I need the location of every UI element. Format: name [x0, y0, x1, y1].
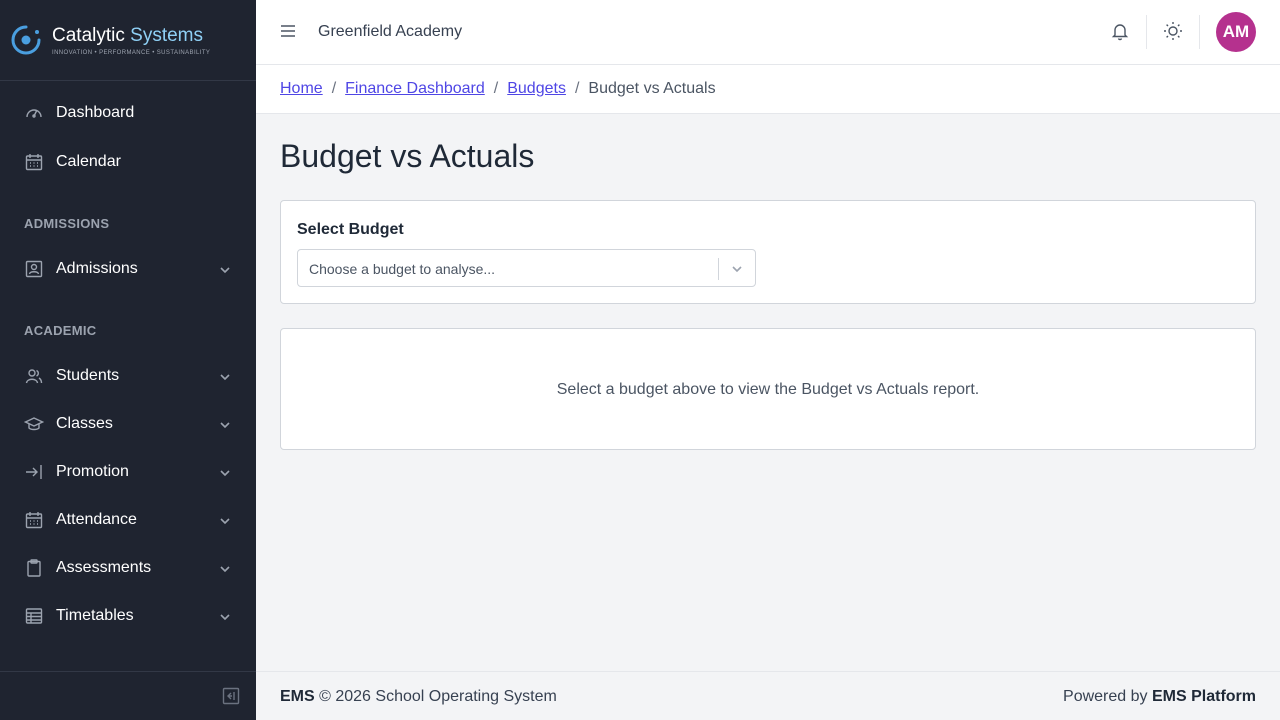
footer-copyright-text: © 2026 School Operating System — [319, 688, 557, 705]
sidebar-item-label: Dashboard — [56, 104, 135, 121]
menu-icon[interactable] — [280, 22, 298, 40]
calendar-icon — [24, 152, 44, 172]
report-placeholder-card: Select a budget above to view the Budget… — [280, 328, 1256, 450]
chevron-down-icon — [219, 370, 231, 382]
footer: EMS © 2026 School Operating System Power… — [256, 671, 1280, 720]
breadcrumb-budgets[interactable]: Budgets — [507, 80, 566, 98]
budget-select[interactable]: Choose a budget to analyse... — [297, 249, 756, 287]
graduation-cap-icon — [24, 414, 44, 434]
chevron-down-icon — [219, 610, 231, 622]
sidebar-item-students[interactable]: Students — [0, 356, 256, 396]
sidebar-item-admissions[interactable]: Admissions — [0, 249, 256, 289]
topbar: Greenfield Academy AM — [256, 0, 1280, 65]
chevron-down-icon — [219, 514, 231, 526]
breadcrumb-separator: / — [493, 80, 499, 97]
brand-name: Catalytic Systems — [52, 25, 210, 47]
divider — [1146, 15, 1147, 49]
sidebar-item-label: Attendance — [56, 511, 137, 528]
empty-state-message: Select a budget above to view the Budget… — [556, 381, 980, 398]
breadcrumb-home[interactable]: Home — [280, 80, 323, 98]
chevron-down-icon — [219, 418, 231, 430]
page-title: Budget vs Actuals — [280, 138, 535, 174]
sidebar-item-dashboard[interactable]: Dashboard — [0, 93, 256, 133]
select-budget-card: Select Budget Choose a budget to analyse… — [280, 200, 1256, 304]
school-name: Greenfield Academy — [318, 23, 463, 40]
section-title-admissions: ADMISSIONS — [24, 216, 110, 231]
sidebar-item-label: Students — [56, 367, 120, 384]
footer-powered-name: EMS Platform — [1151, 688, 1256, 705]
footer-powered-prefix: Powered by — [1063, 688, 1148, 705]
brand-tagline: INNOVATION • PERFORMANCE • SUSTAINABILIT… — [52, 49, 211, 56]
avatar[interactable]: AM — [1216, 12, 1256, 52]
arrow-right-icon — [24, 462, 44, 482]
select-budget-label: Select Budget — [297, 221, 404, 238]
sidebar-item-promotion[interactable]: Promotion — [0, 452, 256, 492]
brand-name-part2: Systems — [130, 24, 203, 46]
budget-select-placeholder: Choose a budget to analyse... — [309, 261, 496, 277]
users-icon — [24, 366, 44, 386]
breadcrumb-current: Budget vs Actuals — [588, 80, 716, 97]
brand-name-part1: Catalytic — [52, 24, 125, 46]
breadcrumb-separator: / — [574, 80, 580, 97]
sidebar-item-timetables[interactable]: Timetables — [0, 596, 256, 636]
select-divider — [718, 258, 719, 280]
sidebar-footer — [0, 671, 256, 720]
sidebar-item-label: Timetables — [56, 607, 134, 624]
id-card-icon — [24, 259, 44, 279]
footer-powered-by: Powered by EMS Platform — [1063, 688, 1256, 706]
sidebar-item-label: Calendar — [56, 153, 121, 170]
chevron-down-icon — [219, 466, 231, 478]
table-icon — [24, 606, 44, 626]
chevron-down-icon[interactable] — [730, 262, 744, 276]
breadcrumb-finance-dashboard[interactable]: Finance Dashboard — [345, 80, 485, 98]
clipboard-icon — [24, 558, 44, 578]
sidebar: Catalytic Systems INNOVATION • PERFORMAN… — [0, 0, 256, 720]
sidebar-item-label: Admissions — [56, 260, 138, 277]
sidebar-item-calendar[interactable]: Calendar — [0, 142, 256, 182]
breadcrumb-separator: / — [331, 80, 337, 97]
breadcrumb: Home / Finance Dashboard / Budgets / Bud… — [256, 65, 1280, 114]
calendar-check-icon — [24, 510, 44, 530]
brand-logo-icon — [11, 25, 41, 55]
speedometer-icon — [24, 103, 44, 123]
section-title-academic: ACADEMIC — [24, 323, 97, 338]
sidebar-item-assessments[interactable]: Assessments — [0, 548, 256, 588]
sidebar-item-label: Promotion — [56, 463, 129, 480]
sun-icon[interactable] — [1162, 20, 1184, 42]
sidebar-item-classes[interactable]: Classes — [0, 404, 256, 444]
chevron-down-icon — [219, 562, 231, 574]
bell-icon[interactable] — [1109, 20, 1131, 42]
footer-copyright: EMS © 2026 School Operating System — [280, 688, 557, 706]
collapse-sidebar-icon[interactable] — [222, 687, 240, 705]
divider — [1199, 15, 1200, 49]
brand[interactable]: Catalytic Systems INNOVATION • PERFORMAN… — [0, 0, 256, 81]
sidebar-item-attendance[interactable]: Attendance — [0, 500, 256, 540]
sidebar-item-label: Classes — [56, 415, 113, 432]
sidebar-item-label: Assessments — [56, 559, 152, 576]
footer-brand: EMS — [280, 688, 315, 705]
chevron-down-icon — [219, 263, 231, 275]
